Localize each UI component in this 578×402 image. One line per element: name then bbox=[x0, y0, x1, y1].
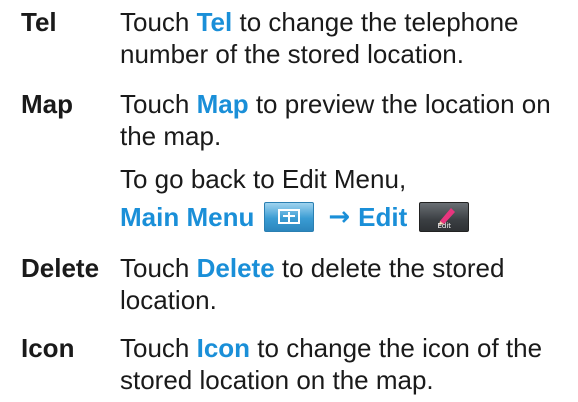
term-label: Icon bbox=[21, 333, 75, 363]
term-description: Touch Map to preview the location on the… bbox=[120, 89, 551, 151]
highlighted-term: Tel bbox=[196, 7, 233, 37]
main-menu-label: Main Menu bbox=[120, 201, 255, 232]
term-description: Touch Tel to change the telephone number… bbox=[120, 7, 519, 69]
highlighted-term: Map bbox=[196, 89, 249, 119]
highlighted-term: Delete bbox=[196, 253, 275, 283]
term-label: Delete bbox=[21, 253, 100, 283]
edit-caption: Edit bbox=[437, 222, 452, 230]
term-description: Touch Icon to change the icon of the sto… bbox=[120, 333, 543, 395]
edit-pencil-icon: Edit bbox=[419, 202, 470, 232]
navigation-path: Main Menu → Edit Edit bbox=[120, 197, 470, 237]
manual-page: Tel Touch Tel to change the telephone nu… bbox=[0, 0, 578, 402]
arrow-right-icon: → bbox=[328, 202, 351, 232]
term-description: Touch Delete to delete the stored locati… bbox=[120, 253, 505, 315]
return-note: To go back to Edit Menu, bbox=[120, 164, 407, 194]
term-label: Tel bbox=[21, 7, 57, 37]
edit-label: Edit bbox=[358, 201, 408, 232]
highlighted-term: Icon bbox=[196, 333, 251, 363]
term-label: Map bbox=[21, 89, 73, 119]
main-menu-icon bbox=[264, 202, 315, 232]
